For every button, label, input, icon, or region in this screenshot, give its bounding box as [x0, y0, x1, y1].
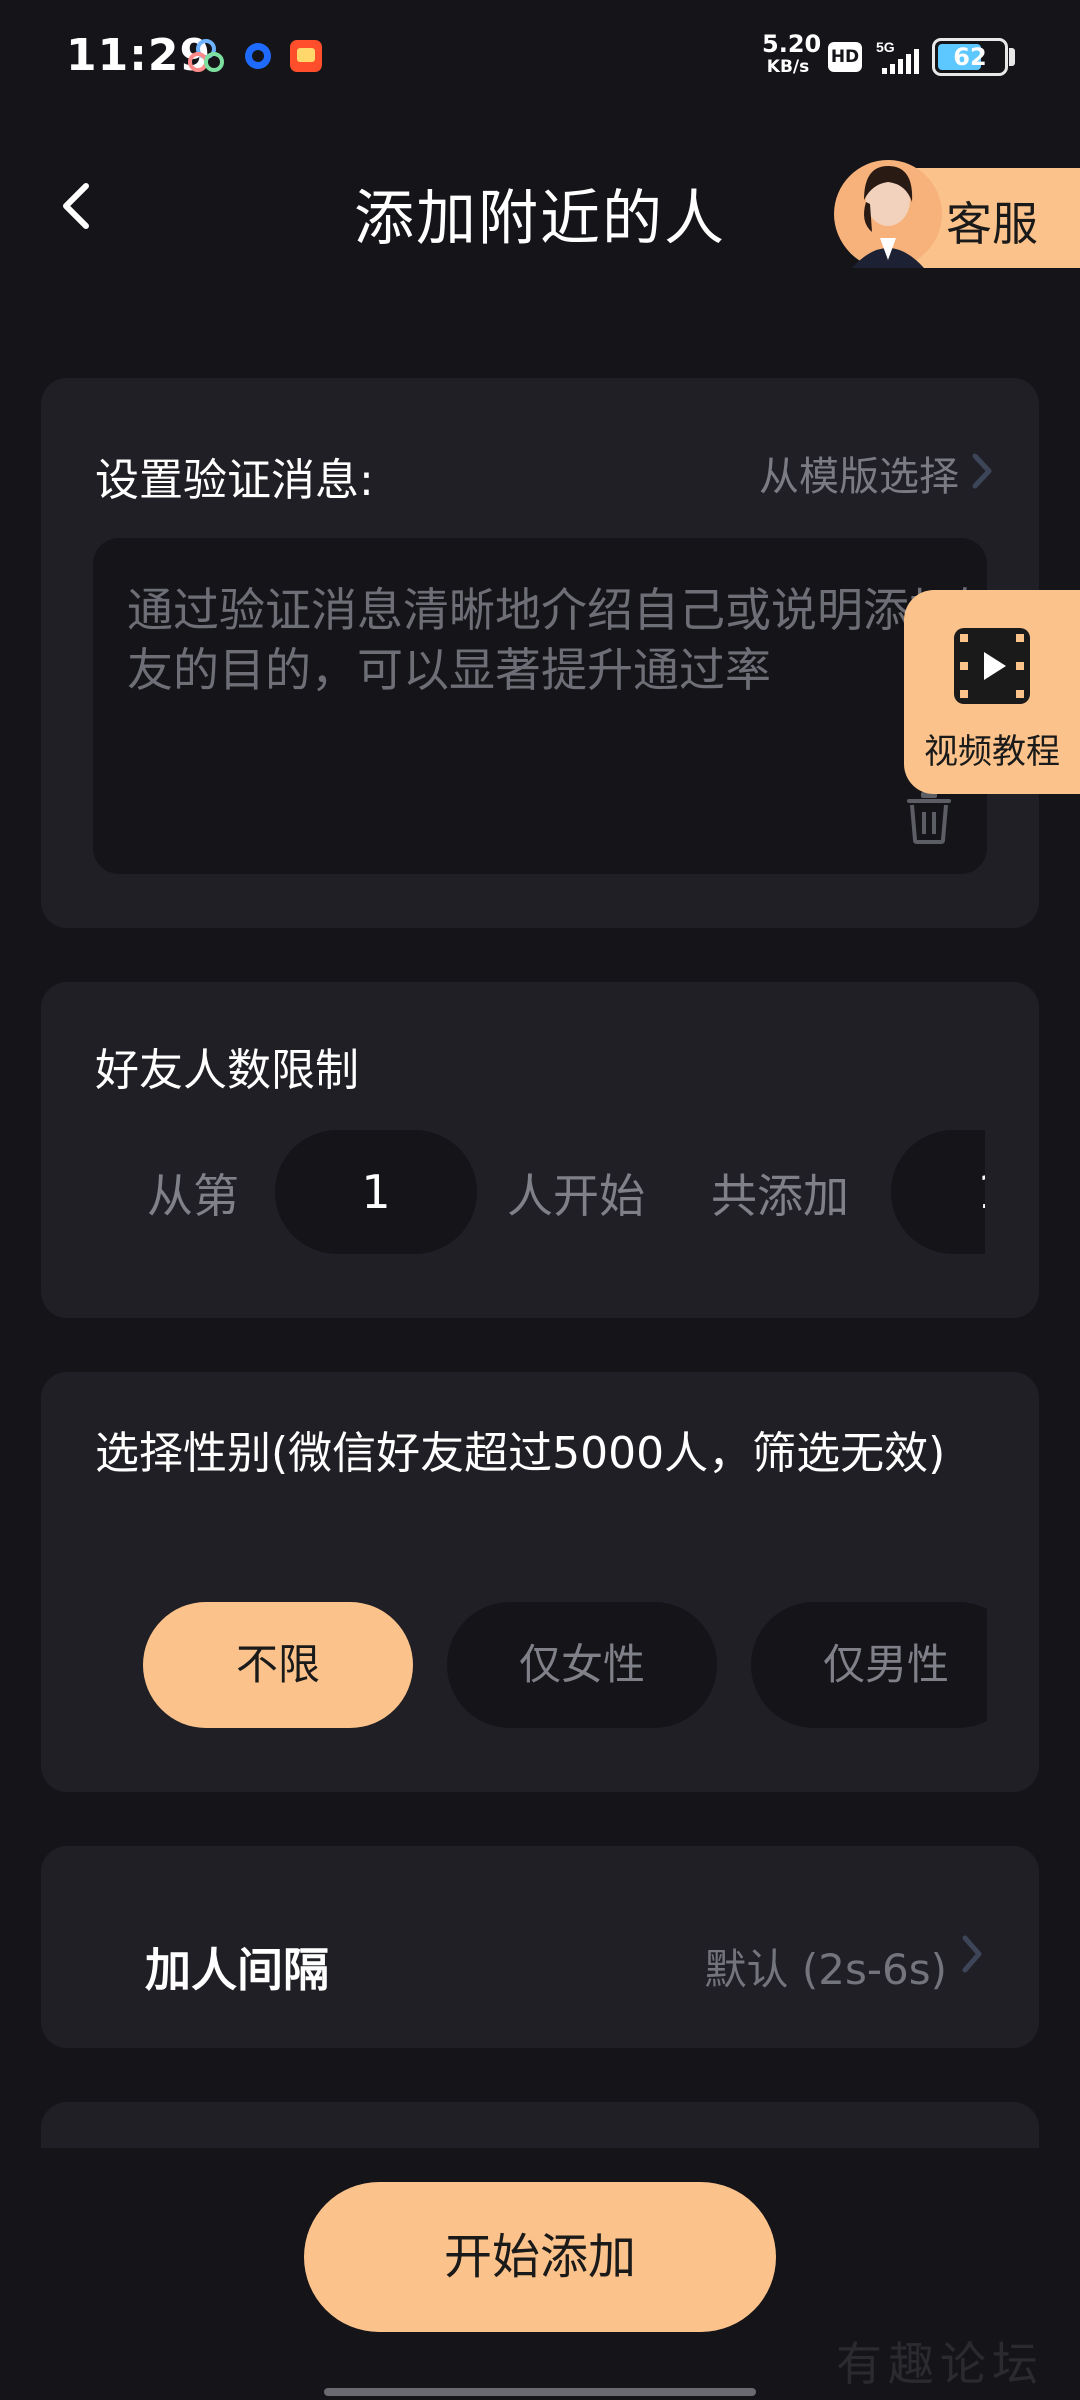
- friend-limit-title: 好友人数限制: [95, 1045, 359, 1096]
- signal-icon: 5G: [876, 39, 919, 74]
- total-label: 共添加: [711, 1169, 849, 1223]
- browser-notification-icon: [245, 43, 271, 69]
- start-adding-button[interactable]: 开始添加: [304, 2182, 776, 2332]
- verify-message-title: 设置验证消息:: [95, 455, 374, 506]
- video-tutorial-label: 视频教程: [924, 732, 1060, 772]
- battery-level: 62: [953, 43, 987, 71]
- total-count-input[interactable]: 1: [891, 1130, 985, 1254]
- home-indicator[interactable]: [324, 2388, 756, 2396]
- customer-service-button[interactable]: 客服: [834, 160, 1080, 268]
- interval-label: 加人间隔: [145, 1943, 329, 1997]
- gender-option-female[interactable]: 仅女性: [447, 1602, 717, 1728]
- network-speed-value: 5.20: [762, 30, 822, 58]
- agent-avatar: [834, 160, 942, 268]
- battery-icon: 62: [932, 38, 1008, 76]
- verify-message-card: 设置验证消息: 从模版选择 通过验证消息清晰地介绍自己或说明添加好友的目的，可以…: [41, 378, 1039, 928]
- battery-cap: [1009, 48, 1015, 66]
- trash-icon[interactable]: [905, 790, 953, 844]
- template-select-label: 从模版选择: [759, 454, 959, 500]
- gender-card: 选择性别(微信好友超过5000人，筛选无效) 不限 仅女性 仅男性: [41, 1372, 1039, 1792]
- next-card-partial: [41, 2102, 1039, 2148]
- network-speed-unit: KB/s: [766, 57, 810, 77]
- chevron-right-icon: [962, 1935, 982, 1973]
- verify-message-placeholder: 通过验证消息清晰地介绍自己或说明添加好友的目的，可以显著提升通过率: [127, 583, 987, 697]
- status-bar: 11:29 5.20 KB/s HD 5G 62: [0, 0, 1080, 110]
- shopping-notification-icon: [290, 40, 322, 72]
- start-suffix-label: 人开始: [507, 1169, 645, 1223]
- gender-option-any[interactable]: 不限: [143, 1602, 413, 1728]
- chevron-right-icon: [971, 452, 993, 500]
- friend-limit-card: 好友人数限制 从第 1 人开始 共添加 1: [41, 982, 1039, 1318]
- video-tutorial-button[interactable]: 视频教程: [904, 590, 1080, 794]
- from-label: 从第: [147, 1169, 239, 1223]
- svg-text:5G: 5G: [876, 39, 895, 55]
- watermark: 有趣论坛: [836, 2337, 1044, 2391]
- network-speed: 5.20 KB/s: [762, 30, 822, 77]
- hd-badge: HD: [828, 42, 862, 72]
- friend-limit-row: 从第 1 人开始 共添加 1: [41, 1130, 1039, 1254]
- template-select-link[interactable]: 从模版选择: [759, 444, 993, 502]
- interval-value: 默认 (2s-6s): [704, 1945, 948, 1994]
- customer-service-label: 客服: [946, 197, 1038, 251]
- interval-card[interactable]: 加人间隔 默认 (2s-6s): [41, 1846, 1039, 2048]
- gender-option-male[interactable]: 仅男性: [751, 1602, 987, 1728]
- start-index-input[interactable]: 1: [275, 1130, 477, 1254]
- video-play-icon: [954, 628, 1030, 704]
- app-notification-icon: [188, 39, 224, 72]
- verify-message-input[interactable]: 通过验证消息清晰地介绍自己或说明添加好友的目的，可以显著提升通过率: [93, 538, 987, 874]
